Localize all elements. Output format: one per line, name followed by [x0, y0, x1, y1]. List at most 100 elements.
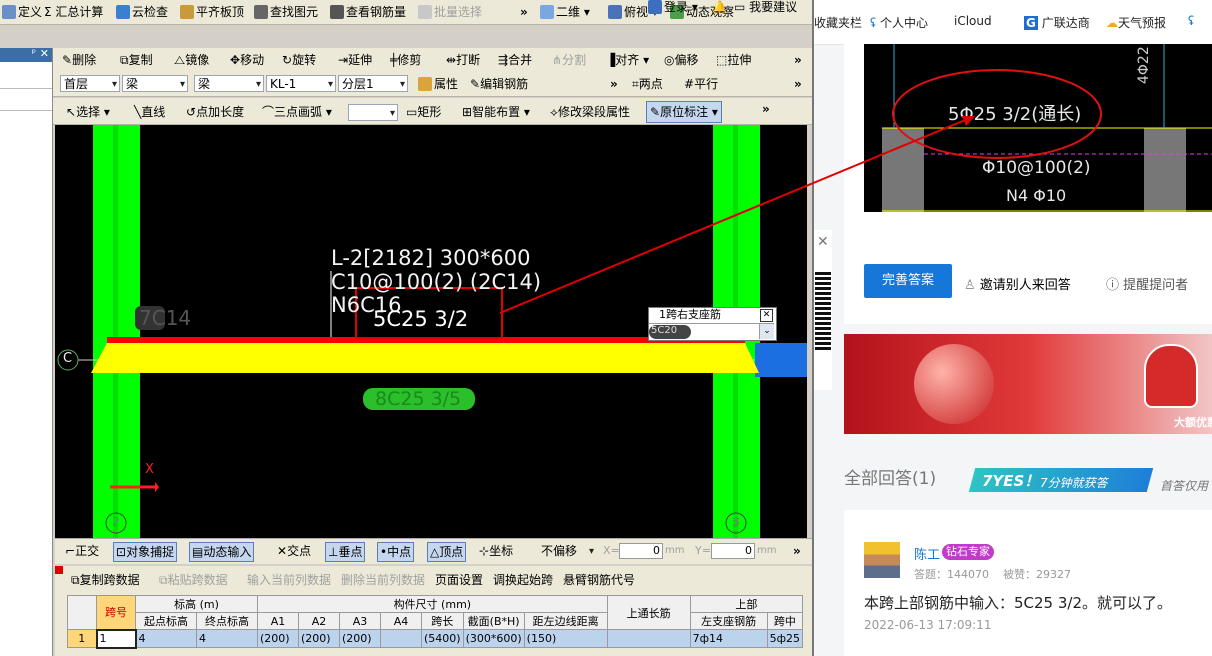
suggest-button[interactable]: ▭ 我要建议 — [734, 0, 797, 16]
top-through-cell[interactable] — [606, 629, 691, 648]
midpoint-snap[interactable]: •中点 — [377, 542, 415, 562]
page-setup-button[interactable]: 页面设置 — [435, 571, 483, 589]
three-point-arc-button[interactable]: ⌒三点画弧 ▾ — [262, 103, 332, 121]
notification-icon[interactable]: 🔔 — [712, 0, 727, 16]
find-element-button[interactable]: 查找图元 — [254, 3, 318, 21]
close-icon[interactable]: ✕ — [40, 47, 49, 60]
floor-select[interactable]: 首层 — [60, 75, 120, 93]
parallel-button[interactable]: #平行 — [684, 75, 718, 93]
line-button[interactable]: ╲直线 — [134, 103, 165, 121]
toolbar3b-overflow[interactable]: » — [794, 75, 802, 93]
offset-button[interactable]: ◎偏移 — [664, 51, 699, 69]
table-row[interactable]: 1 1 4 4 (200) (200) (200) (5400) (300*60… — [67, 628, 804, 649]
bottom-bar-label[interactable]: 8C25 3/5 — [375, 388, 461, 410]
split-button[interactable]: ⋔分割 — [552, 51, 586, 69]
summary-button[interactable]: Σ 汇总计算 — [44, 3, 103, 21]
bookmark-glodon[interactable]: G 广联达商 — [1024, 14, 1090, 31]
bookmark-icloud[interactable]: iCloud — [954, 14, 992, 28]
delete-column-button[interactable]: 删除当前列数据 — [341, 571, 425, 589]
copy-button[interactable]: ⧉复制 — [120, 51, 153, 69]
drawing-canvas[interactable]: L-2[2182] 300*600 C10@100(2) (2C14) N6C1… — [55, 125, 807, 538]
type-select[interactable]: 梁 — [122, 75, 188, 93]
y-input[interactable]: 0 — [711, 543, 755, 559]
a3-cell[interactable]: (200) — [339, 629, 381, 648]
adjacent-beam[interactable] — [755, 343, 807, 377]
paste-span-button[interactable]: ⧉粘贴跨数据 — [159, 571, 228, 589]
trim-button[interactable]: ╪修剪 — [390, 51, 421, 69]
define-button[interactable]: 定义 — [2, 3, 42, 21]
element-select[interactable]: KL-1 — [266, 75, 336, 93]
draw-style-select[interactable] — [348, 104, 398, 122]
layer-select[interactable]: 分层1 — [338, 75, 408, 93]
ad-banner[interactable]: 大额优惠 — [844, 334, 1212, 434]
delete-button[interactable]: ✎删除 — [62, 51, 96, 69]
start-elev-cell[interactable]: 4 — [135, 629, 197, 648]
section-cell[interactable]: (300*600) — [462, 629, 525, 648]
modify-beam-button[interactable]: ⟡修改梁段属性 — [550, 103, 630, 121]
side-close-icon[interactable]: ✕ — [817, 234, 829, 250]
cloud-check-button[interactable]: 云检查 — [116, 3, 168, 21]
span-no-cell[interactable]: 1 — [95, 628, 137, 649]
batch-select-button[interactable]: 批量选择 — [418, 3, 482, 21]
left-top-bar-label[interactable]: 7C14 — [139, 306, 191, 330]
point-length-button[interactable]: ↺点加长度 — [186, 103, 244, 121]
cantilever-code-button[interactable]: 悬臂钢筋代号 — [563, 571, 635, 589]
mirror-button[interactable]: ⧍镜像 — [174, 51, 209, 69]
left-dist-cell[interactable]: (150) — [523, 629, 608, 648]
complete-answer-button[interactable]: 完善答案 — [864, 264, 952, 298]
input-column-button[interactable]: 输入当前列数据 — [247, 571, 331, 589]
rectangle-button[interactable]: ▭矩形 — [406, 103, 441, 121]
dynamic-input-toggle[interactable]: ▤动态输入 — [189, 542, 255, 562]
qr-code-icon[interactable] — [815, 270, 831, 350]
pin-icon[interactable]: ᵖ — [32, 48, 36, 59]
toolbar-overflow[interactable]: » — [520, 3, 528, 21]
extend-button[interactable]: ⇥延伸 — [338, 51, 372, 69]
perpendicular-snap[interactable]: ⊥垂点 — [325, 542, 366, 562]
align-button[interactable]: ▐对齐 ▾ — [606, 51, 649, 69]
view-2d-dropdown[interactable]: 二维 ▾ — [540, 3, 590, 21]
object-snap-toggle[interactable]: ⊡对象捕捉 — [113, 542, 178, 562]
popup-close-icon[interactable]: ✕ — [760, 309, 773, 322]
ortho-toggle[interactable]: ⌐正交 — [65, 542, 99, 560]
toolbar3-overflow[interactable]: » — [610, 75, 618, 93]
in-situ-annotation-button[interactable]: ✎原位标注 ▾ — [646, 101, 722, 123]
smart-place-button[interactable]: ⊞智能布置 ▾ — [462, 103, 530, 121]
vertex-snap[interactable]: △顶点 — [427, 542, 467, 562]
offset-select[interactable]: 不偏移 — [537, 542, 597, 560]
edit-rebar-button[interactable]: ✎编辑钢筋 — [470, 75, 528, 93]
toolbar4-overflow[interactable]: » — [762, 100, 770, 118]
left-support-cell[interactable]: 7ф14 — [689, 629, 768, 648]
toolbar2-overflow[interactable]: » — [794, 51, 802, 69]
beam-kl1[interactable] — [91, 343, 759, 373]
swap-start-span-button[interactable]: 调换起始跨 — [493, 571, 553, 589]
rotate-button[interactable]: ↻旋转 — [282, 51, 316, 69]
properties-button[interactable]: 属性 — [418, 75, 458, 93]
subtype-select[interactable]: 梁 — [194, 75, 264, 93]
bookmark-more-icon[interactable]: ʢ — [1188, 14, 1194, 28]
align-slab-button[interactable]: 平齐板顶 — [180, 3, 244, 21]
login-button[interactable]: 登录 ▾ — [648, 0, 698, 16]
popup-input[interactable]: 5C20 ⌄ — [649, 323, 774, 340]
end-elev-cell[interactable]: 4 — [196, 629, 258, 648]
snapbar-overflow[interactable]: » — [793, 542, 801, 560]
view-rebar-button[interactable]: 查看钢筋量 — [330, 3, 406, 21]
select-button[interactable]: ↖选择 ▾ — [66, 103, 110, 121]
bookmark-favorites[interactable]: 收藏夹栏 — [814, 14, 862, 31]
panel-close-icon[interactable] — [55, 566, 63, 574]
avatar[interactable] — [864, 542, 900, 578]
invite-button[interactable]: ♙ 邀请别人来回答 — [964, 274, 1071, 293]
two-points-button[interactable]: ⌗两点 — [632, 75, 663, 93]
top-bar-label[interactable]: 5C25 3/2 — [373, 307, 468, 331]
mid-cell[interactable]: 5ф25 — [766, 629, 804, 648]
break-button[interactable]: ⇹打断 — [446, 51, 480, 69]
span-length-cell[interactable]: (5400) — [421, 629, 464, 648]
bookmark-weather[interactable]: ☁天气预报 — [1106, 14, 1166, 31]
a4-cell[interactable] — [380, 629, 422, 648]
copy-span-button[interactable]: ⧉复制跨数据 — [71, 571, 140, 589]
a2-cell[interactable]: (200) — [298, 629, 340, 648]
bookmark-personal[interactable]: ʢ 个人中心 — [870, 14, 928, 31]
a1-cell[interactable]: (200) — [257, 629, 299, 648]
intersection-snap[interactable]: ✕交点 — [277, 542, 311, 560]
move-button[interactable]: ✥移动 — [230, 51, 264, 69]
x-input[interactable]: 0 — [619, 543, 663, 559]
